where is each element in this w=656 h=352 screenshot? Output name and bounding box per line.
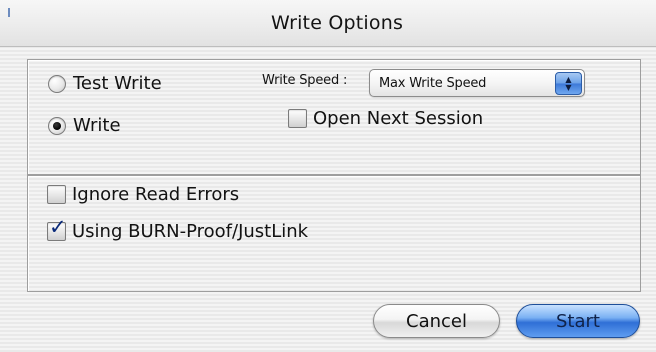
open-next-session-box[interactable] xyxy=(288,109,307,128)
window-title: Write Options xyxy=(270,12,404,34)
ignore-read-errors-label: Ignore Read Errors xyxy=(72,184,240,205)
stepper-arrows-icon: ▲ ▼ xyxy=(555,72,582,95)
checkbox-open-next-session[interactable]: Open Next Session xyxy=(288,108,483,129)
checkbox-burn-proof[interactable]: ✓ Using BURN-Proof/JustLink xyxy=(47,217,309,242)
radio-test-write[interactable]: Test Write xyxy=(48,73,162,94)
burn-proof-box[interactable]: ✓ xyxy=(47,217,67,241)
radio-write-circle[interactable] xyxy=(48,116,66,135)
window-corner-mark xyxy=(8,8,10,17)
down-arrow-icon: ▼ xyxy=(565,82,572,92)
radio-test-write-circle[interactable] xyxy=(48,74,66,93)
write-speed-label-row: Write Speed : xyxy=(262,73,347,88)
title-bar: Write Options xyxy=(0,0,656,47)
checkbox-ignore-read-errors[interactable]: Ignore Read Errors xyxy=(47,184,239,205)
write-speed-label: Write Speed : xyxy=(262,73,348,88)
ignore-read-errors-box[interactable] xyxy=(47,185,66,204)
open-next-session-label: Open Next Session xyxy=(313,108,484,129)
radio-write[interactable]: Write xyxy=(48,115,121,136)
cancel-button[interactable]: Cancel xyxy=(373,304,500,338)
burn-proof-label: Using BURN-Proof/JustLink xyxy=(72,221,309,242)
radio-write-label: Write xyxy=(73,115,121,136)
write-options-dialog: Write Options Test Write Write Write Spe… xyxy=(0,0,656,352)
write-speed-select[interactable]: Max Write Speed ▲ ▼ xyxy=(369,69,585,97)
checkmark-icon: ✓ xyxy=(49,215,67,239)
start-button[interactable]: Start xyxy=(516,304,640,338)
radio-test-write-label: Test Write xyxy=(73,73,162,94)
write-speed-value: Max Write Speed xyxy=(379,75,487,91)
